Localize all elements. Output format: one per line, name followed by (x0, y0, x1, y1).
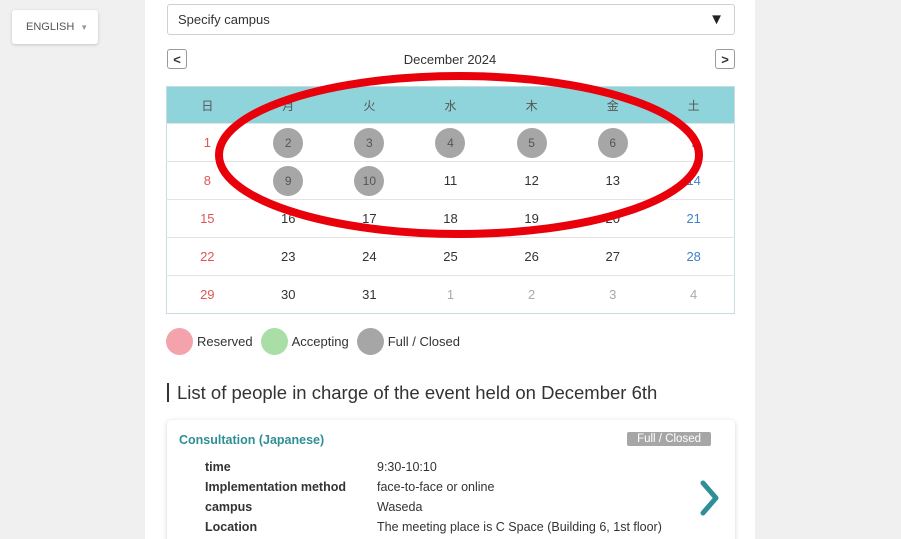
calendar-week: 22 23 24 25 26 27 28 (166, 237, 735, 276)
event-list-heading: List of people in charge of the event he… (167, 383, 657, 402)
calendar-day[interactable]: 21 (653, 199, 735, 238)
full-day-marker: 10 (354, 165, 385, 196)
calendar-day[interactable]: 12 (491, 161, 573, 200)
legend-accepting-label: Accepting (291, 334, 349, 349)
calendar-day[interactable]: 2 (491, 275, 573, 314)
weekday-header: 木 (491, 86, 573, 124)
main-panel: Specify campus ▼ < December 2024 > 日月火水木… (145, 0, 755, 539)
detail-label: time (205, 460, 231, 474)
status-badge: Full / Closed (627, 432, 711, 446)
chevron-right-icon[interactable] (699, 480, 721, 516)
calendar-day[interactable]: 7 (653, 123, 735, 162)
month-label: December 2024 (403, 52, 497, 67)
calendar-day[interactable]: 5 (491, 123, 573, 162)
event-card[interactable]: Consultation (Japanese) Full / Closed ti… (167, 420, 735, 539)
calendar-day[interactable]: 15 (166, 199, 248, 238)
language-label: ENGLISH (26, 21, 75, 33)
calendar-day[interactable]: 18 (409, 199, 492, 238)
calendar-day[interactable]: 22 (166, 237, 248, 276)
calendar-day[interactable]: 3 (572, 275, 654, 314)
detail-row-time: time 9:30-10:10 (205, 457, 662, 477)
calendar-day[interactable]: 1 (409, 275, 492, 314)
calendar-day[interactable]: 11 (409, 161, 492, 200)
detail-label: Location (205, 520, 258, 534)
legend-reserved-label: Reserved (197, 334, 253, 349)
legend: Reserved Accepting Full / Closed (166, 328, 468, 355)
full-day-marker: 9 (273, 165, 304, 196)
legend-accepting: Accepting (260, 328, 349, 355)
event-card-title: Consultation (Japanese) (179, 433, 325, 447)
full-day-marker: 5 (516, 127, 547, 158)
calendar-day[interactable]: 19 (491, 199, 573, 238)
detail-value: Waseda (377, 500, 423, 514)
calendar-week: 15 16 17 18 19 20 21 (166, 199, 735, 238)
calendar-day[interactable]: 8 (166, 161, 248, 200)
calendar-week: 29 30 31 1 2 3 4 (166, 275, 735, 314)
campus-select-value: Specify campus (178, 12, 270, 27)
full-day-marker: 6 (597, 127, 628, 158)
weekday-header: 月 (247, 86, 329, 124)
calendar-day[interactable]: 27 (572, 237, 654, 276)
weekday-header: 水 (409, 86, 492, 124)
event-details: time 9:30-10:10 Implementation method fa… (205, 457, 662, 537)
weekday-header: 金 (572, 86, 654, 124)
calendar-day[interactable]: 1 (166, 123, 248, 162)
language-selector[interactable]: ENGLISH ▼ (12, 10, 98, 44)
calendar-day[interactable]: 24 (328, 237, 410, 276)
full-day-marker: 4 (435, 127, 466, 158)
detail-value: 9:30-10:10 (377, 460, 437, 474)
accepting-dot-icon (260, 328, 288, 355)
calendar-week: 8 9 10 11 12 13 14 (166, 161, 735, 200)
detail-label: campus (205, 500, 253, 514)
calendar-day[interactable]: 16 (247, 199, 329, 238)
detail-label: Implementation method (205, 480, 346, 494)
calendar-grid: 日月火水木金土 1 2 3 4 5 6 7 8 9 10 11 12 13 14 15 16 17 18 19 20 2… (166, 86, 735, 314)
calendar-day[interactable]: 29 (166, 275, 248, 314)
calendar-day[interactable]: 4 (653, 275, 735, 314)
next-month-button[interactable]: > (715, 49, 735, 69)
calendar-day[interactable]: 31 (328, 275, 410, 314)
dropdown-caret-icon: ▼ (709, 11, 724, 28)
chevron-down-icon: ▼ (80, 22, 89, 32)
calendar-day[interactable]: 13 (572, 161, 654, 200)
calendar-day[interactable]: 4 (409, 123, 492, 162)
detail-row-method: Implementation method face-to-face or on… (205, 477, 662, 497)
calendar-day[interactable]: 20 (572, 199, 654, 238)
calendar-day[interactable]: 25 (409, 237, 492, 276)
prev-month-button[interactable]: < (167, 49, 187, 69)
calendar-day[interactable]: 3 (328, 123, 410, 162)
detail-value: The meeting place is C Space (Building 6… (377, 520, 662, 534)
detail-value: face-to-face or online (377, 480, 495, 494)
full-day-marker: 3 (354, 127, 385, 158)
legend-full-closed: Full / Closed (356, 328, 460, 355)
calendar-day[interactable]: 2 (247, 123, 329, 162)
campus-select[interactable]: Specify campus ▼ (167, 4, 735, 35)
reserved-dot-icon (166, 328, 193, 355)
legend-reserved: Reserved (166, 328, 253, 355)
calendar-day[interactable]: 28 (653, 237, 735, 276)
calendar-day[interactable]: 9 (247, 161, 329, 200)
detail-row-campus: campus Waseda (205, 497, 662, 517)
calendar-day[interactable]: 17 (328, 199, 410, 238)
calendar-day[interactable]: 14 (653, 161, 735, 200)
calendar-day[interactable]: 10 (328, 161, 410, 200)
full-closed-dot-icon (356, 328, 384, 355)
legend-full-closed-label: Full / Closed (387, 334, 460, 349)
weekday-header: 日 (166, 86, 248, 124)
weekday-header: 火 (328, 86, 410, 124)
calendar-day[interactable]: 26 (491, 237, 573, 276)
weekday-header: 土 (653, 86, 735, 124)
calendar-day[interactable]: 6 (572, 123, 654, 162)
full-day-marker: 2 (273, 127, 304, 158)
calendar-day[interactable]: 30 (247, 275, 329, 314)
calendar-day[interactable]: 23 (247, 237, 329, 276)
detail-row-location: Location The meeting place is C Space (B… (205, 517, 662, 537)
calendar-week: 12 3 4 5 67 (166, 123, 735, 162)
